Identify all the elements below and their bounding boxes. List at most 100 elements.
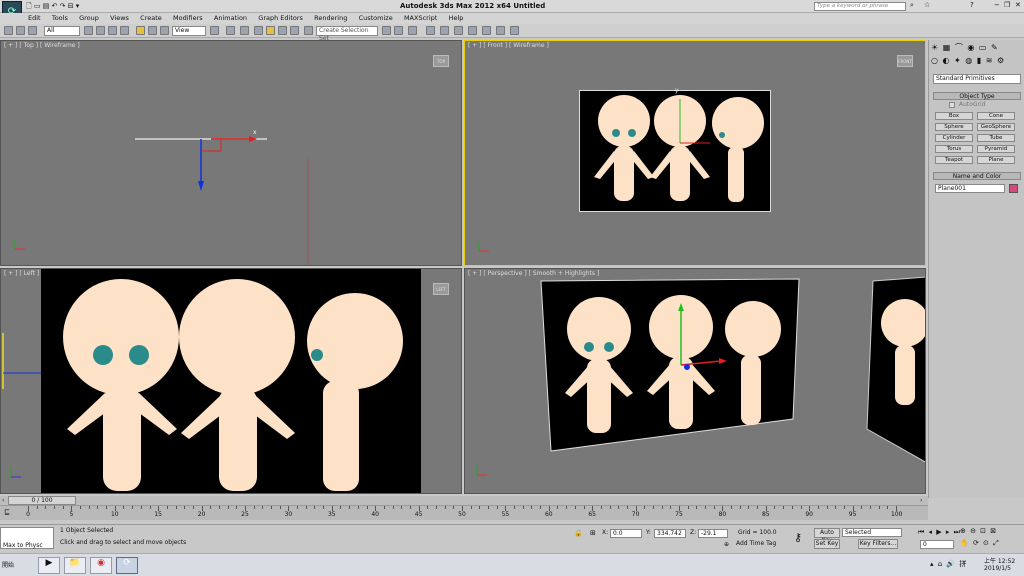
box-button[interactable]: Box <box>935 112 973 120</box>
menu-create[interactable]: Create <box>140 13 162 24</box>
menu-customize[interactable]: Customize <box>359 13 393 24</box>
material-editor-icon[interactable] <box>468 26 477 35</box>
geosphere-button[interactable]: GeoSphere <box>977 123 1015 131</box>
name-and-color-rollout[interactable]: Name and Color <box>933 172 1021 180</box>
command-panel-tabs[interactable]: ☀ ▦ ⌒ ◉ ▭ ✎ <box>931 42 1023 54</box>
perspective-scene[interactable] <box>465 269 926 494</box>
viewport-front[interactable]: [ + ] [ Front ] [ Wireframe ] FRONT y <box>464 40 926 266</box>
selection-filter-dropdown[interactable]: All <box>44 26 80 36</box>
rect-selection-icon[interactable] <box>108 26 117 35</box>
minimize-button[interactable]: − <box>994 1 1000 9</box>
curve-editor-icon[interactable] <box>440 26 449 35</box>
render-production-icon[interactable] <box>510 26 519 35</box>
autogrid-checkbox[interactable] <box>949 102 955 108</box>
menu-graph-editors[interactable]: Graph Editors <box>258 13 303 24</box>
rendered-frame-icon[interactable] <box>496 26 505 35</box>
object-name-field[interactable]: Plane001 <box>935 184 1005 193</box>
object-color-swatch[interactable] <box>1009 184 1018 193</box>
media-player-icon[interactable]: ▶ <box>38 557 60 574</box>
reference-plane[interactable] <box>41 269 421 493</box>
reference-coordinate-dropdown[interactable]: View <box>172 26 206 36</box>
menu-views[interactable]: Views <box>110 13 129 24</box>
track-filter-icon[interactable]: ⊑ <box>4 508 10 516</box>
plane-button[interactable]: Plane <box>977 156 1015 164</box>
pivot-center-icon[interactable] <box>210 26 219 35</box>
current-frame-field[interactable]: 0 <box>920 540 954 549</box>
viewcube-icon[interactable]: FRONT <box>897 55 913 67</box>
percent-snap-icon[interactable] <box>278 26 287 35</box>
move-icon[interactable] <box>136 26 145 35</box>
key-icon[interactable]: ⚷ <box>794 531 802 544</box>
key-mode-dropdown[interactable]: Selected <box>842 528 902 537</box>
chrome-icon[interactable]: ◉ <box>90 557 112 574</box>
bind-icon[interactable] <box>28 26 37 35</box>
x-coordinate-field[interactable]: 0.0 <box>610 529 642 538</box>
help-search-input[interactable]: Type a keyword or phrase <box>814 2 906 11</box>
menu-help[interactable]: Help <box>449 13 464 24</box>
select-by-name-icon[interactable] <box>96 26 105 35</box>
reference-plane[interactable] <box>579 90 771 212</box>
star-icon[interactable]: ☆ <box>924 1 930 9</box>
layer-manager-icon[interactable] <box>408 26 417 35</box>
z-coordinate-field[interactable]: -29.1 <box>698 529 728 538</box>
menu-rendering[interactable]: Rendering <box>314 13 347 24</box>
named-selection-set-dropdown[interactable]: Create Selection Set <box>316 26 378 42</box>
help-icon[interactable]: ? <box>970 1 974 9</box>
playback-controls[interactable]: ⏮ ◂ ▶ ▸ ⏭ <box>918 528 961 537</box>
angle-snap-icon[interactable] <box>266 26 275 35</box>
viewport-perspective[interactable]: [ + ] [ Perspective ] [ Smooth + Highlig… <box>464 268 926 494</box>
menu-group[interactable]: Group <box>79 13 99 24</box>
viewport-left[interactable]: [ + ] [ Left ] [ Smooth + Highlights ] L… <box>0 268 462 494</box>
align-icon[interactable] <box>394 26 403 35</box>
select-icon[interactable] <box>84 26 93 35</box>
sphere-button[interactable]: Sphere <box>935 123 973 131</box>
menu-maxscript[interactable]: MAXScript <box>404 13 437 24</box>
cylinder-button[interactable]: Cylinder <box>935 134 973 142</box>
file-explorer-icon[interactable]: 📁 <box>64 557 86 574</box>
keyboard-shortcut-icon[interactable] <box>240 26 249 35</box>
torus-button[interactable]: Torus <box>935 145 973 153</box>
unlink-icon[interactable] <box>16 26 25 35</box>
time-slider[interactable]: ‹ 0 / 100 › <box>0 496 928 506</box>
viewcube-icon[interactable]: LEFT <box>433 283 449 295</box>
next-frame-icon[interactable]: › <box>920 497 926 505</box>
search-icon[interactable]: ⌕ <box>910 1 914 10</box>
orbit-pan-icons[interactable]: ✋ ⟳ ⊙ ⤢ <box>960 539 1000 548</box>
menu-edit[interactable]: Edit <box>28 13 41 24</box>
viewport-top[interactable]: [ + ] [ Top ] [ Wireframe ] TOP x <box>0 40 462 266</box>
rotate-icon[interactable] <box>148 26 157 35</box>
render-setup-icon[interactable] <box>482 26 491 35</box>
menu-animation[interactable]: Animation <box>214 13 247 24</box>
undo-link-icon[interactable] <box>4 26 13 35</box>
primitive-category-dropdown[interactable]: Standard Primitives <box>933 74 1021 84</box>
maximize-button[interactable]: ❐ <box>1004 1 1010 9</box>
cone-button[interactable]: Cone <box>977 112 1015 120</box>
add-time-tag[interactable]: Add Time Tag <box>736 540 776 548</box>
mirror-icon[interactable] <box>382 26 391 35</box>
object-type-rollout[interactable]: Object Type <box>933 92 1021 100</box>
teapot-button[interactable]: Teapot <box>935 156 973 164</box>
lock-selection-icon[interactable]: 🔒 <box>574 529 583 537</box>
viewport-navigation-icons[interactable]: ⊕ ⊖ ⊡ ⊠ <box>960 527 997 535</box>
spinner-snap-icon[interactable] <box>290 26 299 35</box>
auto-key-button[interactable]: Auto Key <box>814 528 840 544</box>
close-button[interactable]: ✕ <box>1015 1 1021 9</box>
edit-named-selection-icon[interactable] <box>304 26 313 35</box>
schematic-view-icon[interactable] <box>454 26 463 35</box>
pyramid-button[interactable]: Pyramid <box>977 145 1015 153</box>
start-button[interactable]: 開始 <box>2 558 32 573</box>
system-tray-icons[interactable]: ▴ ⌂ 🔊 拼 <box>930 559 967 569</box>
maxscript-listener[interactable]: Max to Physc <box>0 527 54 549</box>
window-crossing-icon[interactable] <box>120 26 129 35</box>
viewport-label[interactable]: [ + ] [ Front ] [ Wireframe ] <box>468 42 549 49</box>
tube-button[interactable]: Tube <box>977 134 1015 142</box>
menu-tools[interactable]: Tools <box>52 13 68 24</box>
key-filters-button[interactable]: Key Filters... <box>858 539 898 549</box>
set-key-button[interactable]: Set Key <box>814 539 840 549</box>
timeline-ruler[interactable]: 0 5 10 15 20 25 30 35 40 45 50 55 60 65 70 75 80 85 90 95 10… <box>26 506 902 520</box>
absolute-mode-icon[interactable]: ⊞ <box>590 529 596 537</box>
snap-toggle-icon[interactable] <box>254 26 263 35</box>
time-slider-thumb[interactable]: 0 / 100 <box>8 496 76 505</box>
time-tag-icon[interactable]: ⊕ <box>724 541 729 548</box>
scale-icon[interactable] <box>160 26 169 35</box>
